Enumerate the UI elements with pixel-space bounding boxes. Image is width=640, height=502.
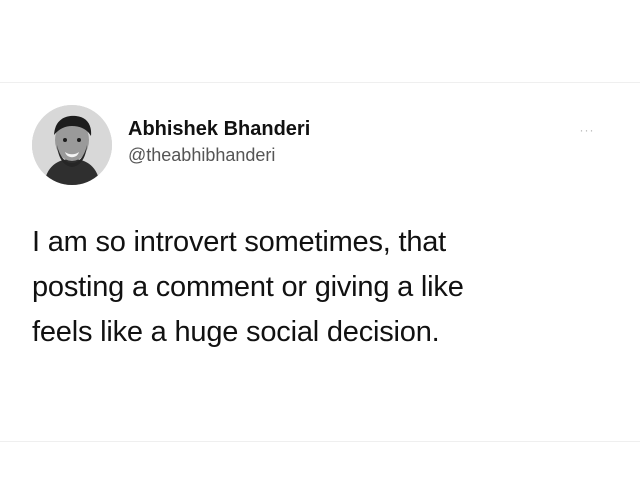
more-options-button[interactable]: ···	[574, 123, 600, 137]
tweet-card: Abhishek Bhanderi @theabhibhanderi ··· I…	[0, 82, 640, 442]
display-name[interactable]: Abhishek Bhanderi	[128, 117, 310, 141]
tweet-text-line: feels like a huge social decision.	[32, 316, 440, 348]
profile-photo	[32, 105, 112, 185]
author-info: Abhishek Bhanderi @theabhibhanderi	[128, 117, 310, 166]
ellipsis-icon: ···	[579, 123, 595, 137]
tweet-text-line: I am so introvert sometimes, that	[32, 226, 447, 258]
tweet-text: I am so introvert sometimes, that postin…	[32, 220, 592, 355]
avatar[interactable]	[32, 105, 112, 185]
user-handle[interactable]: @theabhibhanderi	[128, 144, 310, 166]
tweet-text-line: posting a comment or giving a like	[32, 271, 464, 303]
